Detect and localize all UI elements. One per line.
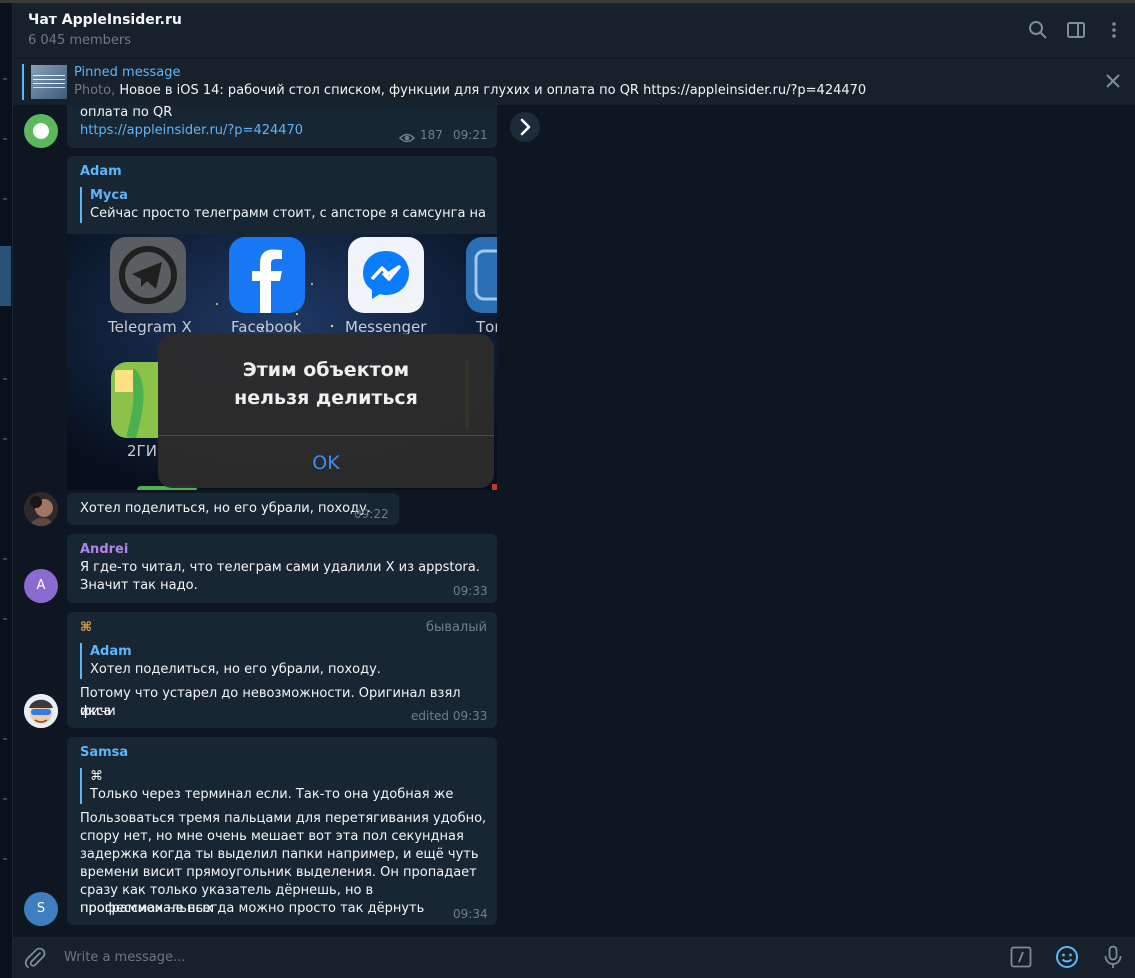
message-input[interactable]: Write a message...	[64, 950, 185, 965]
avatar[interactable]: S	[24, 892, 58, 926]
eye-icon	[398, 129, 416, 148]
message-text: Хотел поделиться, но его убрали, походу.	[80, 501, 371, 516]
message-text: Я где-то читал, что телеграм сами удалил…	[80, 560, 480, 575]
rail-marker	[3, 198, 7, 200]
reply-text: Только через терминал если. Так-то она у…	[90, 787, 454, 802]
pinned-text: Новое в iOS 14: рабочий стол списком, фу…	[119, 83, 867, 98]
message-bubble[interactable]: ⌘ бывалый Adam Хотел поделиться, но его …	[67, 612, 497, 728]
rail-marker	[3, 858, 7, 860]
chat-header[interactable]: Чат AppleInsider.ru 6 045 members	[13, 3, 1135, 59]
avatar[interactable]	[24, 114, 58, 148]
facebook-app-icon	[229, 237, 305, 313]
member-badge: бывалый	[426, 620, 487, 635]
rail-marker	[3, 378, 7, 380]
rail-marker	[3, 438, 7, 440]
message-text: времени висит прямоугольник выделения. О…	[80, 865, 477, 880]
reply-name: Adam	[90, 644, 132, 659]
message-text: Пользоваться тремя пальцами для перетяги…	[80, 811, 487, 826]
microphone-icon[interactable]	[1102, 945, 1124, 973]
message-bubble[interactable]: Samsa ⌘ Только через терминал если. Так-…	[67, 737, 497, 925]
emoji-icon[interactable]	[1055, 945, 1079, 973]
message-text: Значит так надо.	[80, 578, 198, 593]
reply-text: Хотел поделиться, но его убрали, походу.	[90, 662, 381, 677]
2gis-app-icon	[111, 362, 158, 440]
app-label: 2ГИ	[127, 442, 157, 460]
sender-name[interactable]: Andrei	[80, 542, 128, 557]
avatar[interactable]	[24, 694, 58, 728]
rail-marker	[3, 738, 7, 740]
paperclip-icon[interactable]	[23, 946, 47, 974]
alert-divider	[158, 435, 494, 436]
view-count: 187	[420, 128, 443, 142]
message-bubble[interactable]: оплата по QR https://appleinsider.ru/?p=…	[67, 105, 497, 148]
rail-marker	[3, 798, 7, 800]
pinned-preview: Photo, Новое в iOS 14: рабочий стол спис…	[74, 83, 866, 98]
rail-marker	[3, 138, 7, 140]
message-time: 09:22	[354, 507, 389, 521]
message-text: задержка когда ты выделил папки например…	[80, 847, 479, 862]
slash-command-icon[interactable]	[1010, 946, 1032, 972]
reply-quote[interactable]: Adam Хотел поделиться, но его убрали, по…	[80, 643, 490, 679]
members-count[interactable]: 6 045 members	[28, 33, 131, 48]
pinned-kind: Photo,	[74, 83, 120, 98]
more-vertical-icon[interactable]	[1103, 19, 1125, 41]
alert-ok-button: OK	[312, 452, 340, 474]
message-composer[interactable]: Write a message...	[13, 937, 1135, 978]
chat-title[interactable]: Чат AppleInsider.ru	[28, 12, 182, 28]
search-icon[interactable]	[1027, 19, 1049, 41]
reply-text: Сейчас просто телеграмм стоит, с апсторе…	[90, 206, 490, 221]
avatar[interactable]: A	[24, 569, 58, 603]
messenger-app-icon	[348, 237, 424, 313]
message-time: edited 09:33	[411, 709, 488, 723]
reply-quote[interactable]: ⌘ Только через терминал если. Так-то она…	[80, 768, 490, 804]
rail-marker	[3, 78, 7, 80]
forward-arrow-icon[interactable]	[510, 112, 540, 142]
telegram-x-app-icon	[110, 237, 186, 313]
message-link[interactable]: https://appleinsider.ru/?p=424470	[80, 122, 303, 140]
alert-title-line: Этим объектом	[242, 359, 410, 381]
reply-quote[interactable]: Муса Сейчас просто телеграмм стоит, с ап…	[80, 187, 490, 223]
rail-marker	[3, 558, 7, 560]
ios-alert-dialog: Этим объектом нельзя делиться OK	[158, 334, 494, 488]
pinned-title: Pinned message	[74, 65, 181, 80]
message-bubble[interactable]: Хотел поделиться, но его убрали, походу.…	[67, 493, 399, 525]
message-text: спору нет, но мне очень мешает вот эта п…	[80, 829, 464, 844]
chat-list-rail[interactable]	[0, 3, 13, 978]
sender-name[interactable]: Adam	[80, 164, 122, 179]
sender-name[interactable]: ⌘	[80, 620, 92, 635]
alert-title-line: нельзя делиться	[234, 387, 418, 409]
reply-name: Муса	[90, 188, 128, 203]
pinned-message-bar[interactable]: Pinned message Photo, Новое в iOS 14: ра…	[13, 59, 1135, 105]
sender-name[interactable]: Samsa	[80, 745, 128, 760]
message-time: 09:33	[453, 584, 488, 598]
reply-name: ⌘	[90, 769, 103, 784]
partial-app-icon	[466, 237, 497, 313]
sidebar-toggle-icon[interactable]	[1065, 19, 1087, 41]
message-text: оплата по QR	[80, 105, 173, 120]
chat-list-selected-item[interactable]	[0, 246, 11, 306]
avatar[interactable]	[24, 492, 58, 526]
message-text: икса	[80, 704, 112, 719]
close-icon[interactable]	[1103, 71, 1123, 91]
message-time: 09:21	[453, 128, 488, 142]
pinned-photo-thumbnail	[31, 65, 67, 99]
rail-marker	[3, 618, 7, 620]
pinned-accent-bar	[22, 64, 24, 100]
message-text: программах не всегда можно просто так дё…	[80, 901, 425, 916]
message-bubble[interactable]: Andrei Я где-то читал, что телеграм сами…	[67, 534, 497, 603]
message-time: 09:34	[453, 907, 488, 921]
